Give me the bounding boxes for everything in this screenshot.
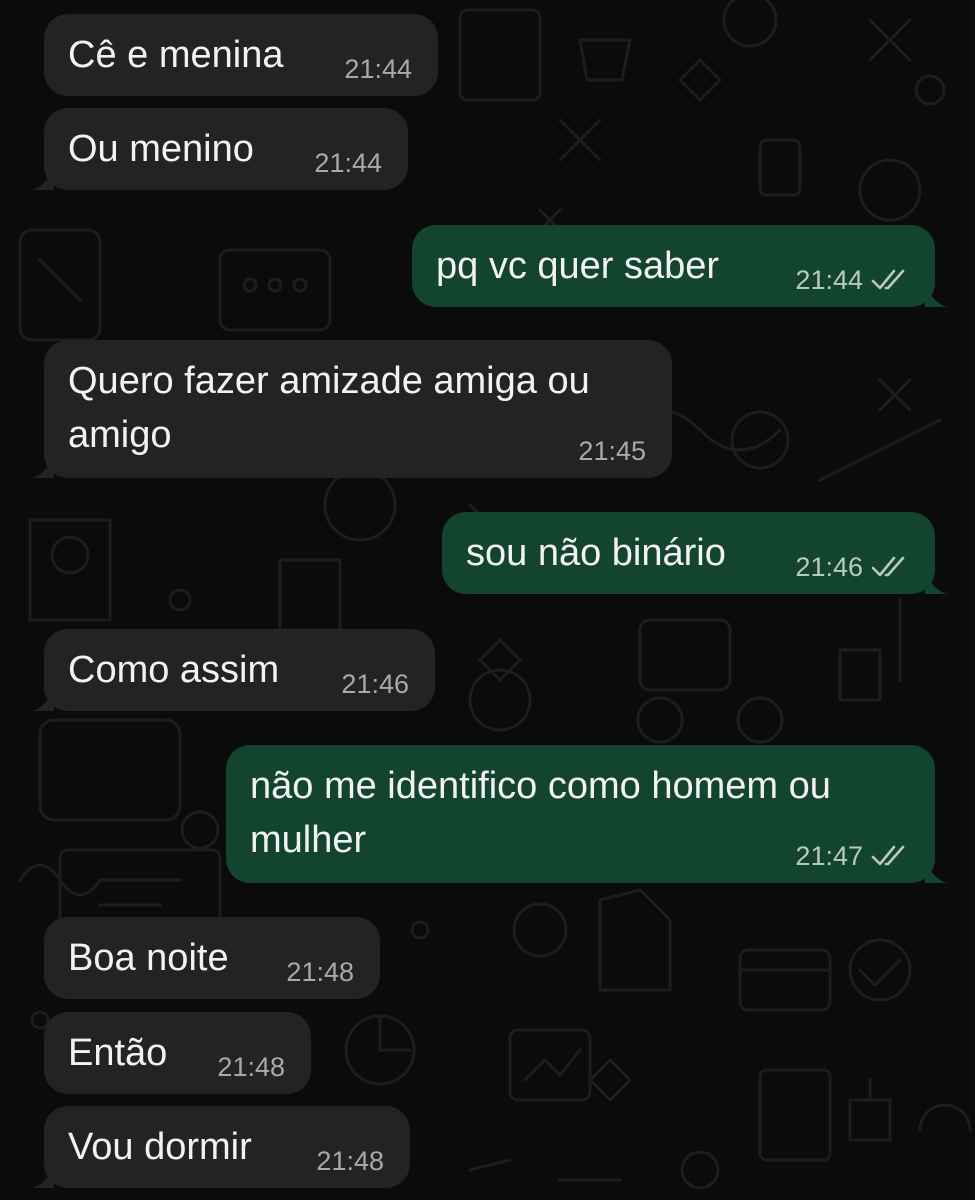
- bubble-tail: [32, 168, 54, 190]
- message-bubble-incoming[interactable]: Como assim 21:46: [32, 629, 435, 711]
- message-text: pq vc quer saber: [436, 245, 720, 287]
- message-time: 21:46: [341, 669, 409, 699]
- message-time: 21:44: [314, 148, 382, 178]
- bubble-tail: [32, 1166, 54, 1188]
- message-meta: 21:45: [578, 436, 646, 466]
- message-time: 21:48: [286, 957, 354, 987]
- bubble-tail: [925, 285, 947, 307]
- message-bubble-incoming[interactable]: Ou menino 21:44: [32, 108, 408, 190]
- message-meta: 21:46: [341, 669, 409, 699]
- message-meta: 21:44: [795, 265, 909, 295]
- message-bubble-outgoing[interactable]: pq vc quer saber 21:44: [412, 225, 947, 307]
- message-bubble-incoming[interactable]: Cê e menina 21:44: [44, 14, 438, 96]
- message-meta: 21:44: [344, 54, 412, 84]
- message-text: Cê e menina: [68, 34, 284, 76]
- message-meta: 21:48: [217, 1052, 285, 1082]
- message-time: 21:47: [795, 841, 863, 871]
- message-meta: 21:48: [316, 1146, 384, 1176]
- message-bubble-incoming[interactable]: Boa noite 21:48: [44, 917, 380, 999]
- message-meta: 21:46: [795, 552, 909, 582]
- message-text: sou não binário: [466, 532, 726, 574]
- message-bubble-incoming[interactable]: Então 21:48: [44, 1012, 311, 1094]
- bubble-tail: [32, 689, 54, 711]
- message-text: Como assim: [68, 649, 280, 691]
- message-text: Quero fazer amizade amiga ou amigo: [68, 360, 590, 456]
- message-text: Ou menino: [68, 128, 254, 170]
- message-time: 21:44: [344, 54, 412, 84]
- bubble-tail: [32, 456, 54, 478]
- double-check-read-icon: [871, 556, 909, 578]
- bubble-tail: [925, 861, 947, 883]
- message-text: Então: [68, 1032, 168, 1074]
- message-text: não me identifico como homem ou mulher: [250, 765, 831, 861]
- message-meta: 21:47: [795, 841, 909, 871]
- bubble-tail: [925, 572, 947, 594]
- message-time: 21:46: [795, 552, 863, 582]
- message-bubble-outgoing[interactable]: sou não binário 21:46: [442, 512, 947, 594]
- message-text: Vou dormir: [68, 1126, 252, 1168]
- message-bubble-outgoing[interactable]: não me identifico como homem ou mulher 2…: [226, 745, 947, 883]
- message-bubble-incoming[interactable]: Quero fazer amizade amiga ou amigo 21:45: [32, 340, 672, 478]
- message-time: 21:45: [578, 436, 646, 466]
- message-time: 21:48: [217, 1052, 285, 1082]
- message-time: 21:44: [795, 265, 863, 295]
- message-meta: 21:48: [286, 957, 354, 987]
- double-check-read-icon: [871, 269, 909, 291]
- message-meta: 21:44: [314, 148, 382, 178]
- message-time: 21:48: [316, 1146, 384, 1176]
- message-bubble-incoming[interactable]: Vou dormir 21:48: [32, 1106, 410, 1188]
- double-check-read-icon: [871, 845, 909, 867]
- message-text: Boa noite: [68, 937, 229, 979]
